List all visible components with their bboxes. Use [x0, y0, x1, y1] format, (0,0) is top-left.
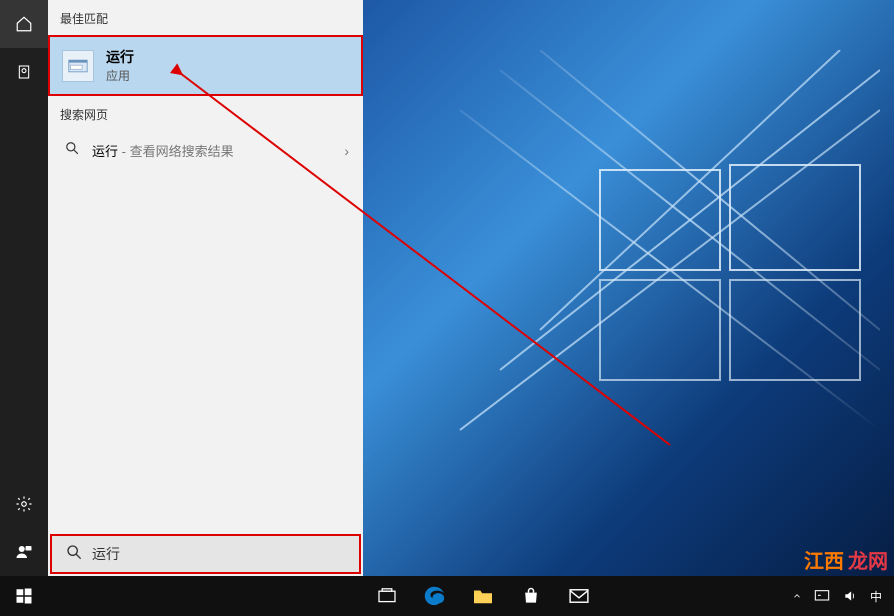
mail-button[interactable]	[555, 576, 603, 616]
search-icon	[66, 544, 82, 565]
volume-icon[interactable]	[836, 576, 864, 616]
settings-gear-icon[interactable]	[0, 480, 48, 528]
system-tray: 中	[786, 576, 894, 616]
edge-browser-button[interactable]	[411, 576, 459, 616]
feedback-person-icon[interactable]	[0, 528, 48, 576]
search-icon	[62, 141, 82, 160]
cortana-rail	[0, 0, 48, 576]
wallpaper-windows-light	[400, 50, 880, 550]
chevron-right-icon: ›	[344, 143, 349, 159]
search-input[interactable]	[92, 546, 345, 562]
search-box[interactable]	[50, 534, 361, 574]
search-panel: 最佳匹配 运行 应用 搜索网页 运行 - 查看网络搜索结果 ›	[48, 0, 363, 576]
web-search-result[interactable]: 运行 - 查看网络搜索结果 ›	[48, 131, 363, 170]
home-icon[interactable]	[0, 0, 48, 48]
input-indicator-icon[interactable]	[808, 576, 836, 616]
task-view-button[interactable]	[363, 576, 411, 616]
notebook-icon[interactable]	[0, 48, 48, 96]
desktop: 最佳匹配 运行 应用 搜索网页 运行 - 查看网络搜索结果 ›	[0, 0, 894, 616]
taskbar: 中	[0, 576, 894, 616]
best-match-subtitle: 应用	[106, 67, 134, 84]
search-web-header: 搜索网页	[48, 96, 363, 131]
watermark: 江西龙网	[804, 545, 888, 574]
start-button[interactable]	[0, 576, 48, 616]
ime-indicator[interactable]: 中	[864, 576, 888, 616]
tray-chevron-up-icon[interactable]	[786, 576, 808, 616]
store-button[interactable]	[507, 576, 555, 616]
file-explorer-button[interactable]	[459, 576, 507, 616]
best-match-title: 运行	[106, 47, 134, 67]
best-match-result-run-app[interactable]: 运行 应用	[48, 35, 363, 96]
run-app-icon	[62, 50, 94, 82]
best-match-header: 最佳匹配	[48, 0, 363, 35]
web-result-text: 运行 - 查看网络搜索结果	[92, 141, 344, 160]
